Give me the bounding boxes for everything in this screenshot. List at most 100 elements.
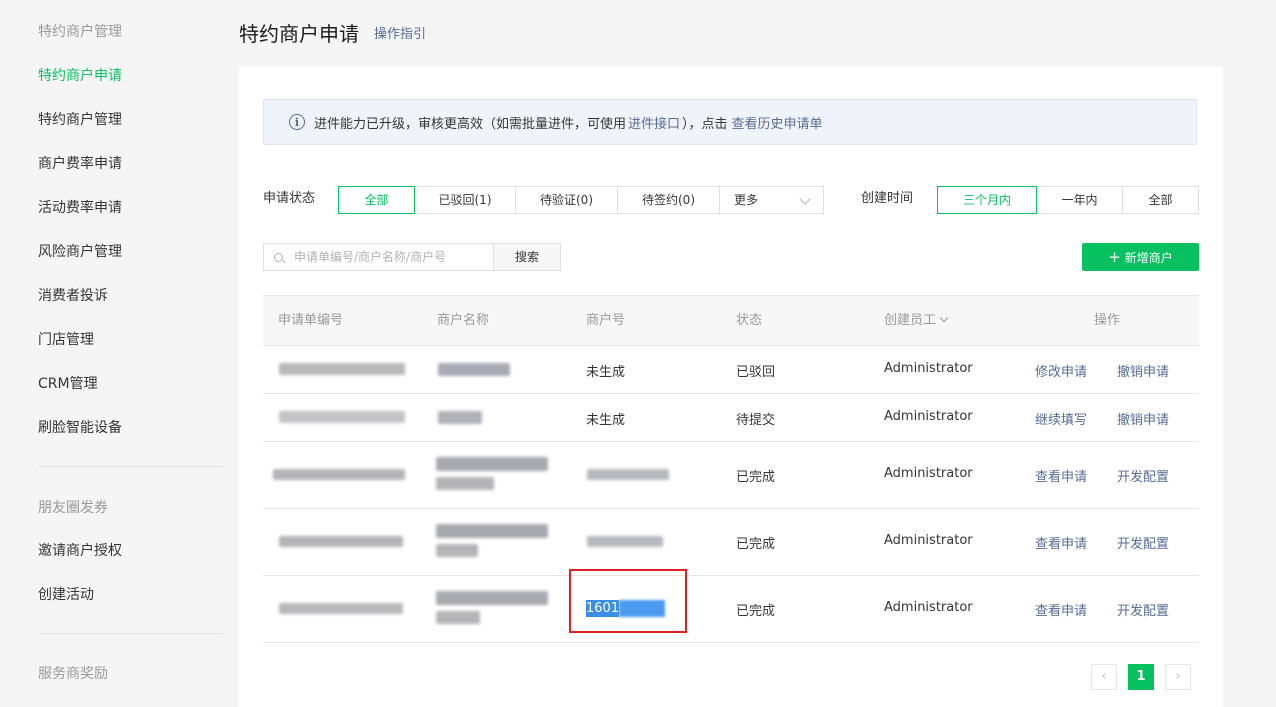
view-application-link[interactable]: 查看申请 (1035, 533, 1087, 552)
status-rejected-button[interactable]: 已驳回(1) (414, 187, 515, 213)
main-panel: i 进件能力已升级，审核更高效（如需批量进件，可使用 进件接口 ），点击 查看历… (239, 67, 1223, 707)
api-link[interactable]: 进件接口 (628, 113, 680, 132)
sidebar-item-rate-apply[interactable]: 商户费率申请 (38, 154, 122, 174)
add-merchant-label: 新增商户 (1124, 251, 1173, 265)
table-row: 已完成 Administrator 查看申请 开发配置 (263, 509, 1199, 576)
highlight-box (569, 569, 687, 633)
status-filter-label: 申请状态 (263, 191, 316, 206)
notice-text: ），点击 (682, 116, 728, 132)
status-text: 已完成 (736, 470, 776, 485)
continue-filling-link[interactable]: 继续填写 (1035, 409, 1087, 428)
next-page-button[interactable]: › (1165, 664, 1191, 690)
staff-column-filter[interactable]: 创建员工 (884, 296, 949, 346)
info-icon: i (289, 114, 305, 130)
staff-name: Administrator (884, 600, 973, 615)
page-title: 特约商户申请 (239, 22, 359, 46)
sidebar-item-merchant-apply[interactable]: 特约商户申请 (38, 66, 122, 86)
search-box (263, 243, 494, 271)
column-header: 创建员工 (884, 313, 937, 328)
sidebar-item-risk-merchant[interactable]: 风险商户管理 (38, 242, 122, 262)
redacted-merchant-name (436, 477, 494, 490)
redacted-merchant-name (436, 591, 548, 605)
redacted-merchant-name (438, 411, 482, 424)
time-3months-button[interactable]: 三个月内 (937, 186, 1037, 214)
status-filter: 全部 已驳回(1) 待验证(0) 待签约(0) 更多 (338, 186, 824, 214)
column-header: 申请单编号 (278, 313, 344, 328)
notice-text: 进件能力已升级，审核更高效（如需批量进件，可使用 (314, 116, 627, 132)
status-text: 已驳回 (736, 365, 776, 380)
dev-config-link[interactable]: 开发配置 (1117, 600, 1169, 619)
sidebar-group-merchant: 特约商户管理 (38, 24, 122, 40)
dev-config-link[interactable]: 开发配置 (1117, 533, 1169, 552)
sidebar-divider (38, 466, 223, 467)
staff-name: Administrator (884, 409, 973, 424)
search-input[interactable] (292, 249, 486, 265)
redacted-application-id (279, 603, 403, 614)
column-header: 操作 (1094, 313, 1121, 328)
time-filter: 三个月内 一年内 全部 (937, 186, 1199, 214)
redacted-merchant-number (587, 469, 669, 480)
prev-page-button[interactable]: ‹ (1091, 664, 1117, 690)
sidebar-item-invite-auth[interactable]: 邀请商户授权 (38, 541, 122, 561)
status-text: 待提交 (736, 413, 776, 428)
history-link[interactable]: 查看历史申请单 (732, 113, 823, 132)
plus-icon: + (1108, 248, 1121, 266)
view-application-link[interactable]: 查看申请 (1035, 600, 1087, 619)
sidebar-divider (38, 633, 223, 634)
redacted-application-id (279, 536, 403, 547)
redacted-merchant-name (436, 524, 548, 538)
table-header: 申请单编号 商户名称 商户号 状态 创建员工 操作 (263, 295, 1199, 346)
search-icon (274, 252, 283, 262)
revoke-application-link[interactable]: 撤销申请 (1117, 409, 1169, 428)
redacted-merchant-name (436, 544, 478, 557)
status-sign-button[interactable]: 待签约(0) (617, 187, 719, 213)
sidebar-item-stores[interactable]: 门店管理 (38, 330, 94, 350)
search-button[interactable]: 搜索 (493, 243, 561, 271)
table-row: 1601 已完成 Administrator 查看申请 开发配置 (263, 569, 1199, 643)
status-text: 已完成 (736, 537, 776, 552)
edit-application-link[interactable]: 修改申请 (1035, 361, 1087, 380)
status-verify-button[interactable]: 待验证(0) (515, 187, 617, 213)
applications-table: 申请单编号 商户名称 商户号 状态 创建员工 操作 未生成 已驳回 Admini… (263, 295, 1199, 643)
column-header: 状态 (736, 313, 763, 328)
status-more-dropdown[interactable]: 更多 (719, 187, 823, 213)
sidebar-item-activity-rate[interactable]: 活动费率申请 (38, 198, 122, 218)
status-all-button[interactable]: 全部 (338, 186, 415, 214)
table-row: 未生成 待提交 Administrator 继续填写 撤销申请 (263, 394, 1199, 442)
sidebar-item-complaints[interactable]: 消费者投诉 (38, 286, 108, 306)
column-header: 商户号 (586, 313, 626, 328)
redacted-merchant-name (436, 457, 548, 471)
time-1year-button[interactable]: 一年内 (1036, 187, 1122, 213)
chevron-down-icon (799, 193, 811, 205)
column-header: 商户名称 (437, 313, 490, 328)
staff-name: Administrator (884, 361, 973, 376)
sidebar-item-create-activity[interactable]: 创建活动 (38, 585, 94, 605)
revoke-application-link[interactable]: 撤销申请 (1117, 361, 1169, 380)
sidebar-group-rewards: 服务商奖励 (38, 666, 108, 682)
more-label: 更多 (734, 193, 759, 207)
staff-name: Administrator (884, 533, 973, 548)
view-application-link[interactable]: 查看申请 (1035, 466, 1087, 485)
page-1-button[interactable]: 1 (1128, 664, 1154, 690)
table-row: 未生成 已驳回 Administrator 修改申请 撤销申请 (263, 346, 1199, 394)
merchant-number: 未生成 (586, 365, 626, 380)
redacted-merchant-name (438, 363, 510, 376)
add-merchant-button[interactable]: + 新增商户 (1082, 243, 1199, 271)
guide-link[interactable]: 操作指引 (374, 26, 426, 44)
dev-config-link[interactable]: 开发配置 (1117, 466, 1169, 485)
time-filter-label: 创建时间 (861, 191, 914, 206)
sidebar-item-crm[interactable]: CRM管理 (38, 374, 98, 394)
staff-name: Administrator (884, 466, 973, 481)
redacted-merchant-name (436, 611, 480, 624)
time-all-button[interactable]: 全部 (1122, 187, 1198, 213)
redacted-application-id (279, 411, 405, 423)
upgrade-notice: i 进件能力已升级，审核更高效（如需批量进件，可使用 进件接口 ），点击 查看历… (263, 99, 1197, 145)
chevron-down-icon (939, 313, 949, 323)
sidebar-item-face-device[interactable]: 刷脸智能设备 (38, 418, 122, 438)
redacted-application-id (273, 469, 405, 480)
table-row: 已完成 Administrator 查看申请 开发配置 (263, 442, 1199, 509)
redacted-application-id (279, 363, 405, 375)
redacted-merchant-number (587, 536, 663, 547)
merchant-number: 未生成 (586, 413, 626, 428)
sidebar-item-merchant-manage[interactable]: 特约商户管理 (38, 110, 122, 130)
